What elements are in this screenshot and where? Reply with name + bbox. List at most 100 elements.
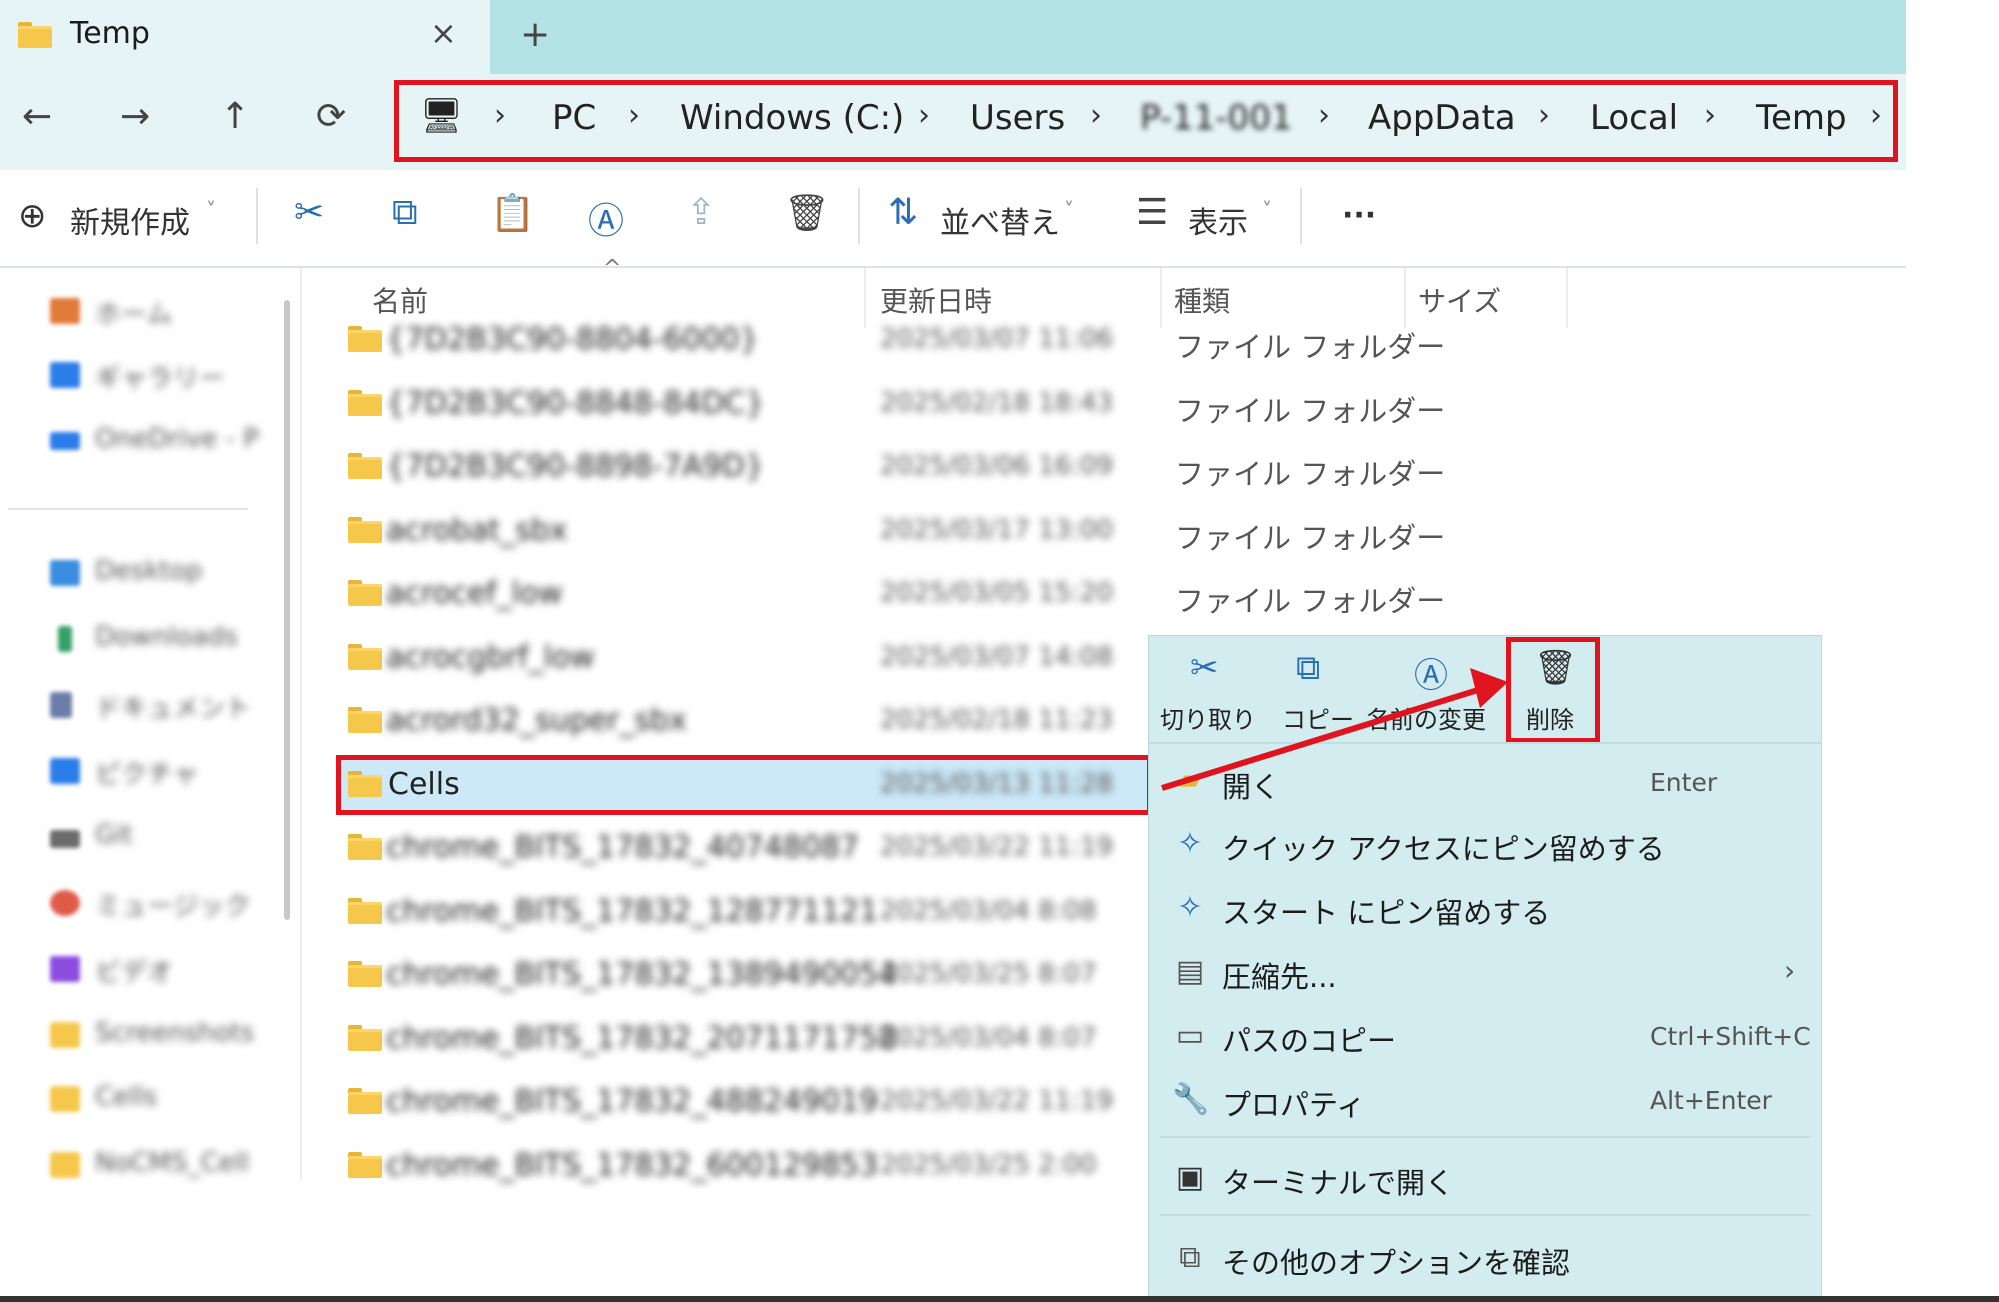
file-row[interactable]: chrome_BITS_17832_600129853 2025/03/25 2… <box>330 1136 1150 1198</box>
zip-icon: ▤ <box>1175 954 1205 989</box>
folder-icon <box>50 1022 80 1048</box>
sort-button[interactable]: 並べ替え <box>940 198 1060 242</box>
menu-item-properties[interactable]: プロパティ <box>1222 1082 1365 1124</box>
breadcrumb-local[interactable]: Local <box>1590 98 1678 138</box>
wrench-icon: 🔧 <box>1172 1082 1210 1117</box>
file-row[interactable]: acrobat_sbx 2025/03/17 13:00 <box>330 501 1150 563</box>
cut-icon[interactable]: ✂ <box>294 192 324 233</box>
copy-icon[interactable]: ⧉ <box>1296 648 1320 688</box>
rename-icon[interactable]: Ⓐ <box>1414 648 1448 697</box>
file-name: chrome_BITS_17832_488249019 <box>386 1084 879 1119</box>
sidebar-item-cells[interactable]: Cells <box>50 1082 280 1118</box>
menu-item-pin-start[interactable]: スタート にピン留めする <box>1222 890 1550 932</box>
sidebar-scrollbar[interactable] <box>284 300 290 920</box>
file-date: 2025/03/25 8:07 <box>880 959 1097 989</box>
breadcrumb-temp[interactable]: Temp <box>1756 98 1847 138</box>
view-button[interactable]: 表示 <box>1188 198 1248 242</box>
folder-icon <box>348 390 382 416</box>
file-row[interactable]: {7D2B3C90-8898-7A9D} 2025/03/06 16:09 <box>330 437 1150 499</box>
sidebar-item-label: Desktop <box>95 556 203 586</box>
sidebar-item-documents[interactable]: ドキュメント <box>50 688 280 724</box>
folder-icon <box>348 580 382 606</box>
file-row[interactable]: chrome_BITS_17832_2071171758 2025/03/04 … <box>330 1009 1150 1071</box>
file-type: ファイル フォルダー <box>1175 457 1446 491</box>
breadcrumb-separator[interactable]: › <box>918 98 930 133</box>
menu-item-compress[interactable]: 圧縮先... <box>1222 954 1337 996</box>
copy-path-icon: ▭ <box>1175 1018 1205 1053</box>
gallery-icon <box>50 362 80 388</box>
folder-icon <box>348 453 382 479</box>
trash-icon[interactable]: 🗑 <box>784 192 830 234</box>
sidebar-item-screenshots[interactable]: Screenshots <box>50 1018 280 1054</box>
sidebar-item-nocms[interactable]: NoCMS_Cell <box>50 1148 280 1184</box>
breadcrumb-pc[interactable]: PC <box>552 98 596 138</box>
cut-button[interactable]: 切り取り <box>1160 700 1256 735</box>
file-row[interactable]: acrord32_super_sbx 2025/02/18 11:23 <box>330 691 1150 753</box>
more-options-button[interactable]: ··· <box>1342 198 1376 233</box>
sidebar-item-home[interactable]: ホーム <box>50 294 280 330</box>
sidebar-item-downloads[interactable]: Downloads <box>50 622 280 658</box>
menu-separator <box>1160 1214 1810 1216</box>
column-divider[interactable] <box>1404 268 1406 328</box>
menu-item-open[interactable]: 開く <box>1222 764 1280 806</box>
breadcrumb-separator[interactable]: › <box>1090 98 1102 133</box>
back-arrow-icon[interactable]: ← <box>22 96 52 137</box>
menu-item-pin-quick-access[interactable]: クイック アクセスにピン留めする <box>1222 826 1665 868</box>
breadcrumb-separator[interactable]: › <box>1538 98 1550 133</box>
column-divider[interactable] <box>1566 268 1568 328</box>
file-row[interactable]: {7D2B3C90-8848-84DC} 2025/02/18 18:43 <box>330 374 1150 436</box>
sidebar-item-videos[interactable]: ビデオ <box>50 952 280 988</box>
sidebar-item-pictures[interactable]: ピクチャ <box>50 754 280 790</box>
menu-item-more-options[interactable]: その他のオプションを確認 <box>1222 1240 1570 1282</box>
sort-icon: ⇅ <box>888 192 919 233</box>
share-icon[interactable]: ⇪ <box>686 192 716 233</box>
folder-icon <box>50 1086 80 1112</box>
bottom-border <box>0 1296 1999 1302</box>
copy-button[interactable]: コピー <box>1282 700 1354 735</box>
close-icon[interactable]: × <box>430 14 457 52</box>
copy-icon[interactable]: ⧉ <box>392 192 418 234</box>
breadcrumb-windows-c[interactable]: Windows (C:) <box>680 98 904 138</box>
sidebar-item-git[interactable]: Git <box>50 820 280 856</box>
paste-icon[interactable]: 📋 <box>490 192 535 234</box>
breadcrumb-user-name[interactable]: P-11-001 <box>1140 98 1292 138</box>
pc-icon: 🖥 <box>420 96 464 136</box>
file-row[interactable]: acrocef_low 2025/03/05 15:20 <box>330 564 1150 626</box>
file-row[interactable]: chrome_BITS_17832_128771121 2025/03/04 8… <box>330 882 1150 944</box>
rename-button[interactable]: 名前の変更 <box>1366 700 1486 735</box>
new-button[interactable]: 新規作成 <box>70 198 190 242</box>
toolbar-divider <box>1300 188 1302 244</box>
breadcrumb-separator[interactable]: › <box>1704 98 1716 133</box>
menu-item-open-terminal[interactable]: ターミナルで開く <box>1222 1160 1454 1202</box>
pane-divider[interactable] <box>300 268 302 1180</box>
breadcrumb-appdata[interactable]: AppData <box>1368 98 1516 138</box>
new-tab-button[interactable]: + <box>520 14 550 55</box>
forward-arrow-icon[interactable]: → <box>120 96 150 137</box>
file-row[interactable]: chrome_BITS_17832_1389490054 2025/03/25 … <box>330 945 1150 1007</box>
breadcrumb-separator[interactable]: › <box>494 98 506 133</box>
breadcrumb-separator[interactable]: › <box>1870 98 1882 133</box>
sidebar-item-gallery[interactable]: ギャラリー <box>50 358 280 394</box>
cut-icon[interactable]: ✂ <box>1190 648 1219 688</box>
breadcrumb-users[interactable]: Users <box>970 98 1065 138</box>
file-row[interactable]: chrome_BITS_17832_488249019 2025/03/22 1… <box>330 1072 1150 1134</box>
column-header-size[interactable]: サイズ <box>1418 280 1501 320</box>
file-row[interactable]: acrocgbrf_low 2025/03/07 14:08 <box>330 628 1150 690</box>
sidebar-item-onedrive[interactable]: OneDrive - P <box>50 424 280 460</box>
breadcrumb-separator[interactable]: › <box>628 98 640 133</box>
breadcrumb-separator[interactable]: › <box>1318 98 1330 133</box>
folder-icon <box>348 1025 382 1051</box>
file-row[interactable]: {7D2B3C90-8804-6000} 2025/03/07 11:06 <box>330 310 1150 372</box>
rename-icon[interactable]: Ⓐ <box>588 192 624 244</box>
refresh-icon[interactable]: ⟳ <box>316 96 346 137</box>
file-row[interactable]: chrome_BITS_17832_40748087 2025/03/22 11… <box>330 818 1150 880</box>
folder-icon <box>348 834 382 860</box>
highlight-box-selected-row <box>336 755 1152 815</box>
pictures-icon <box>50 758 80 784</box>
menu-item-copy-path[interactable]: パスのコピー <box>1222 1018 1396 1060</box>
column-divider[interactable] <box>1160 268 1162 328</box>
sidebar-item-desktop[interactable]: Desktop <box>50 556 280 592</box>
column-header-type[interactable]: 種類 <box>1174 280 1230 320</box>
up-arrow-icon[interactable]: ↑ <box>220 96 250 137</box>
sidebar-item-music[interactable]: ミュージック <box>50 886 280 922</box>
